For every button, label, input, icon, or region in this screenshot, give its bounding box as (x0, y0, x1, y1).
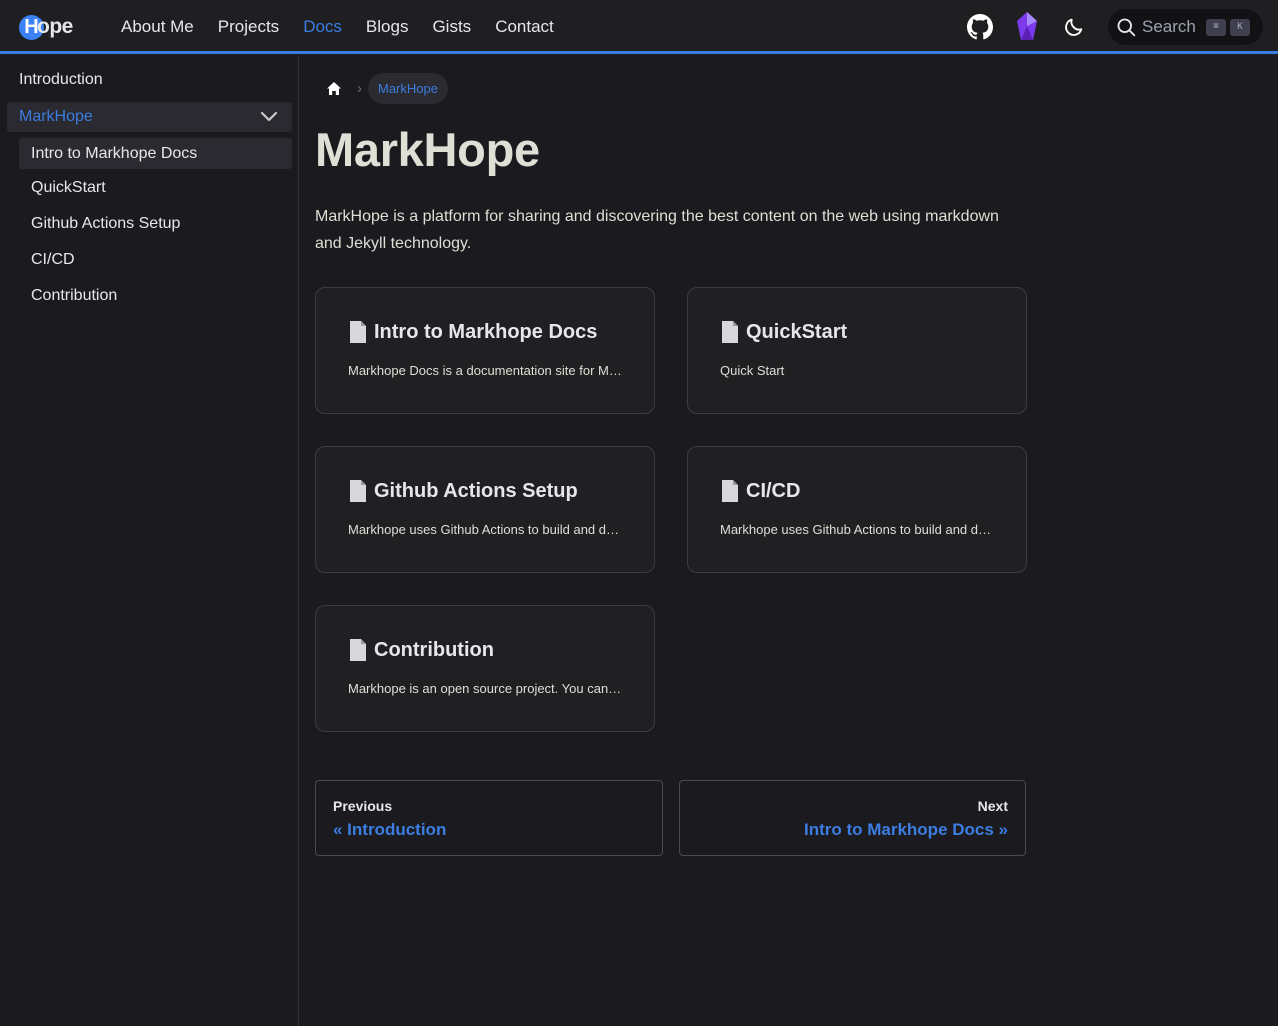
sidebar-item-introduction[interactable]: Introduction (19, 71, 103, 89)
document-icon (720, 479, 740, 503)
document-icon (720, 320, 740, 344)
sidebar-item-contribution[interactable]: Contribution (31, 287, 117, 305)
card-description: Markhope is an open source project. You … (348, 681, 623, 696)
sidebar-item-intro-docs[interactable]: Intro to Markhope Docs (19, 138, 292, 169)
gem-icon[interactable] (1014, 12, 1040, 40)
chevron-down-icon (260, 111, 278, 123)
breadcrumb-current[interactable]: MarkHope (368, 73, 448, 104)
nav-projects[interactable]: Projects (218, 17, 279, 37)
card-quickstart[interactable]: QuickStart Quick Start (687, 287, 1027, 414)
card-title: Intro to Markhope Docs (374, 320, 598, 343)
home-icon[interactable] (315, 73, 353, 104)
moon-icon[interactable] (1061, 14, 1087, 40)
card-cicd[interactable]: CI/CD Markhope uses Github Actions to bu… (687, 446, 1027, 573)
site-logo[interactable]: H ope (19, 14, 73, 40)
document-icon (348, 638, 368, 662)
card-contribution[interactable]: Contribution Markhope is an open source … (315, 605, 655, 732)
prev-link-text: « Introduction (333, 820, 447, 839)
sidebar-item-github-actions[interactable]: Github Actions Setup (31, 215, 180, 233)
prev-label: Previous (333, 798, 393, 814)
search-icon (1116, 17, 1136, 37)
sidebar-item-quickstart[interactable]: QuickStart (31, 179, 106, 197)
card-description: Markhope Docs is a documentation site fo… (348, 363, 623, 378)
nav-docs[interactable]: Docs (303, 17, 342, 37)
card-github-actions[interactable]: Github Actions Setup Markhope uses Githu… (315, 446, 655, 573)
github-icon[interactable] (967, 14, 993, 40)
kbd-cmd: ⌘ (1206, 18, 1226, 36)
search-input[interactable]: Search ⌘ K (1108, 9, 1263, 45)
page-title: MarkHope (315, 123, 540, 176)
nav-blogs[interactable]: Blogs (366, 17, 409, 37)
nav-about-me[interactable]: About Me (121, 17, 194, 37)
card-title: Github Actions Setup (374, 479, 578, 502)
breadcrumb-separator: › (357, 80, 362, 97)
card-description: Markhope uses Github Actions to build an… (720, 522, 995, 537)
kbd-k: K (1230, 18, 1250, 36)
navbar-actions: Search ⌘ K (967, 0, 1263, 54)
breadcrumb: › MarkHope (315, 73, 448, 104)
document-icon (348, 479, 368, 503)
search-placeholder: Search (1142, 17, 1196, 36)
nav-gists[interactable]: Gists (432, 17, 471, 37)
sidebar: Introduction MarkHope Intro to Markhope … (0, 57, 299, 1026)
page-intro: MarkHope is a platform for sharing and d… (315, 208, 999, 252)
next-link-text: Intro to Markhope Docs » (803, 820, 1008, 839)
card-title: QuickStart (746, 320, 848, 343)
next-page-link[interactable]: Next Intro to Markhope Docs » (679, 780, 1026, 856)
sidebar-group-label: MarkHope (19, 108, 93, 125)
main-nav: About Me Projects Docs Blogs Gists Conta… (121, 0, 554, 54)
next-label: Next (977, 798, 1008, 814)
sidebar-item-cicd[interactable]: CI/CD (31, 251, 75, 269)
logo-text: ope (37, 15, 73, 38)
card-description: Quick Start (720, 363, 785, 378)
card-title: Contribution (374, 638, 494, 661)
nav-contact[interactable]: Contact (495, 17, 554, 37)
card-title: CI/CD (746, 479, 801, 502)
top-navbar: H ope About Me Projects Docs Blogs Gists… (0, 0, 1278, 54)
prev-page-link[interactable]: Previous « Introduction (315, 780, 663, 856)
document-icon (348, 320, 368, 344)
card-intro-docs[interactable]: Intro to Markhope Docs Markhope Docs is … (315, 287, 655, 414)
card-description: Markhope uses Github Actions to build an… (348, 522, 623, 537)
sidebar-group-markhope[interactable]: MarkHope (7, 102, 292, 132)
